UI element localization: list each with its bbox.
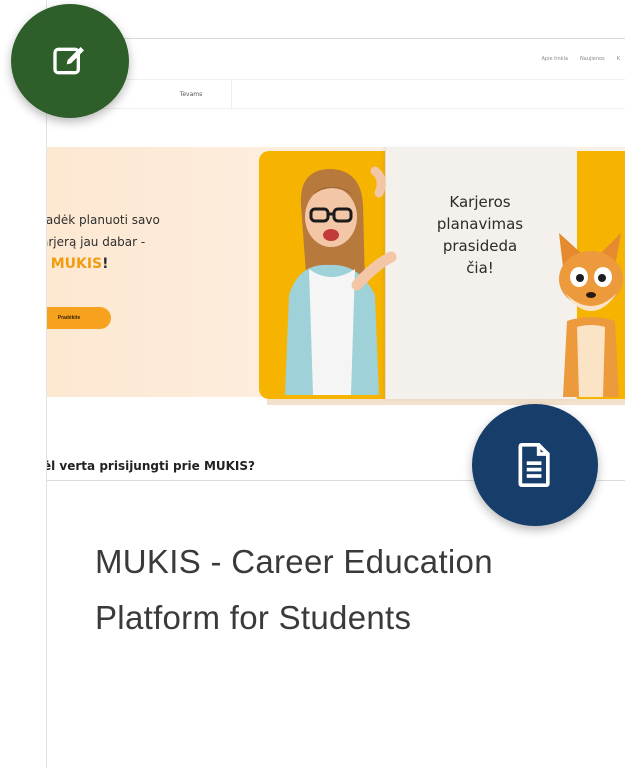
hero-brand: MUKIS <box>50 256 103 272</box>
hero-text: radėk planuoti savo arjerą jau dabar - ı… <box>47 209 247 275</box>
section-question: ėl verta prisijungti prie MUKIS? <box>47 459 256 473</box>
card-title-line-1: MUKIS - Career Education <box>95 543 493 580</box>
hero-line-1: radėk planuoti savo <box>47 213 160 227</box>
nav-item-about: Apie tinkla <box>541 56 569 62</box>
panel-text-line-3: prasideda <box>442 237 518 255</box>
nav-item-more: K <box>616 56 620 62</box>
panel-text-line-4: čia! <box>466 259 494 277</box>
card-title-line-2: Platform for Students <box>95 599 412 636</box>
girl-illustration <box>285 166 397 395</box>
project-card[interactable]: Apie tinkla Naujienos K Tevams radėk pla… <box>46 0 625 768</box>
card-title[interactable]: MUKIS - Career Education Platform for St… <box>95 534 615 646</box>
hero-line-2: arjerą jau dabar - <box>47 235 146 249</box>
hero-cta-button: Pradėkite <box>47 307 111 329</box>
top-nav: Apie tinkla Naujienos K <box>542 39 625 79</box>
document-badge[interactable] <box>472 404 598 526</box>
hero-banner: radėk planuoti savo arjerą jau dabar - ı… <box>47 147 625 405</box>
tab-bar: Tevams <box>47 79 625 109</box>
document-icon <box>518 443 550 487</box>
panel-text: Karjeros planavimas prasideda čia! <box>385 191 575 279</box>
tab-parents: Tevams <box>151 80 232 108</box>
hero-line-brand: ı MUKIS! <box>47 253 247 275</box>
hero-brand-suffix: ! <box>102 256 109 272</box>
panel-text-line-2: planavimas <box>436 215 524 233</box>
panel-text-line-1: Karjeros <box>449 193 511 211</box>
edit-badge[interactable] <box>11 4 129 118</box>
edit-icon <box>53 47 84 75</box>
fox-mascot <box>559 233 623 397</box>
nav-item-news: Naujienos <box>580 56 605 62</box>
